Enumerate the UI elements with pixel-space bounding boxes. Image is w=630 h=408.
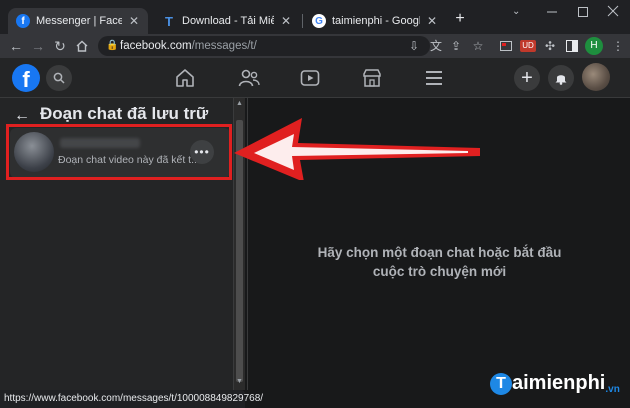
tab-title: Download - Tải Miễn Phí VN — [182, 15, 274, 27]
extensions-puzzle-icon[interactable]: ✣ — [542, 38, 558, 54]
new-tab-plus-icon[interactable]: + — [452, 11, 468, 27]
tab-title: taimienphi - Google Search — [332, 15, 420, 27]
close-tab-icon[interactable]: ✕ — [426, 14, 438, 28]
close-window-icon[interactable] — [606, 4, 620, 18]
extension-screen-icon[interactable] — [498, 38, 514, 54]
status-url: https://www.facebook.com/messages/t/1000… — [4, 393, 264, 404]
sidebar-title: Đoạn chat đã lưu trữ — [40, 104, 209, 123]
restore-icon[interactable] — [576, 4, 590, 18]
side-panel-icon[interactable] — [564, 38, 580, 54]
search-icon[interactable] — [46, 65, 72, 91]
t-logo-icon: T — [165, 13, 173, 29]
tab-google-search[interactable]: G taimienphi - Google Search ✕ — [304, 8, 446, 34]
facebook-header: f + — [0, 58, 630, 98]
profile-avatar-icon[interactable]: H — [585, 37, 603, 55]
lock-icon: 🔒 — [106, 40, 119, 51]
create-plus-icon[interactable]: + — [514, 65, 540, 91]
address-bar[interactable]: 🔒 facebook.com/messages/t/ — [98, 36, 430, 56]
taimienphi-logo-icon: T — [490, 372, 512, 395]
scroll-up-icon[interactable]: ▲ — [236, 100, 243, 107]
url-path: /messages/t/ — [191, 40, 257, 52]
menu-hamburger-icon[interactable] — [424, 68, 444, 93]
home-icon[interactable] — [74, 38, 90, 54]
empty-state-message: Hãy chọn một đoạn chat hoặc bắt đầu cuộc… — [317, 245, 562, 279]
friends-nav-icon[interactable] — [238, 68, 260, 93]
archived-chats-sidebar: ← Đoạn chat đã lưu trữ Đoạn chat video n… — [0, 98, 233, 390]
tab-download[interactable]: T Download - Tải Miễn Phí VN ✕ — [154, 8, 300, 34]
tab-search-chevron-icon[interactable]: ⌄ — [512, 6, 520, 17]
marketplace-nav-icon[interactable] — [362, 68, 382, 93]
share-icon[interactable]: ⇪ — [448, 38, 464, 54]
extension-idm-icon[interactable]: UD — [520, 38, 536, 54]
forward-icon[interactable]: → — [30, 38, 46, 54]
close-tab-icon[interactable]: ✕ — [280, 14, 292, 28]
user-avatar[interactable] — [582, 63, 610, 91]
translate-icon[interactable]: 文 — [428, 38, 444, 54]
tab-separator — [302, 14, 303, 28]
url-host: facebook.com — [120, 40, 192, 52]
close-tab-icon[interactable]: ✕ — [128, 14, 140, 28]
install-app-icon[interactable]: ⇩ — [406, 38, 422, 54]
tab-title: Messenger | Facebook — [36, 15, 122, 27]
browser-tab-strip: f Messenger | Facebook ✕ T Download - Tả… — [0, 0, 630, 34]
highlight-box — [6, 124, 232, 180]
watch-nav-icon[interactable] — [300, 68, 320, 93]
facebook-icon: f — [16, 14, 30, 28]
facebook-logo-icon[interactable]: f — [12, 64, 40, 92]
link-status-bar: https://www.facebook.com/messages/t/1000… — [0, 390, 263, 408]
taimienphi-watermark: Taimienphi.vn — [490, 372, 620, 395]
back-arrow-icon[interactable]: ← — [14, 107, 30, 125]
reload-icon[interactable]: ↻ — [52, 38, 68, 54]
minimize-icon[interactable] — [545, 4, 559, 18]
google-icon: G — [312, 14, 326, 28]
annotation-arrow — [234, 118, 480, 180]
more-menu-icon[interactable]: ⋮ — [610, 38, 626, 54]
browser-toolbar: ← → ↻ 🔒 facebook.com/messages/t/ ⇩ 文 ⇪ ☆… — [0, 34, 630, 58]
tab-messenger[interactable]: f Messenger | Facebook ✕ — [8, 8, 148, 34]
scroll-down-icon[interactable]: ▼ — [236, 378, 243, 385]
bookmark-star-icon[interactable]: ☆ — [470, 38, 486, 54]
home-nav-icon[interactable] — [175, 68, 195, 93]
back-icon[interactable]: ← — [8, 38, 24, 54]
notifications-bell-icon[interactable] — [548, 65, 574, 91]
